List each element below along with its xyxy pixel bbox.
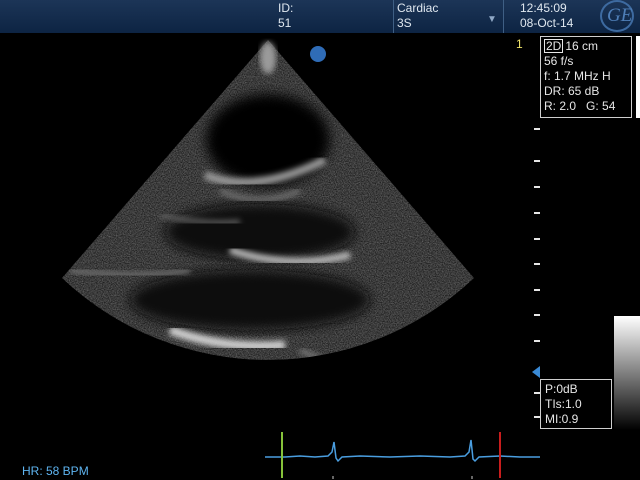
reject-gain-row: R: 2.0 G: 54 <box>544 99 631 114</box>
depth-tick <box>534 160 540 162</box>
ecg-trace <box>265 432 540 479</box>
heart-rate: HR: 58 BPM <box>22 464 89 478</box>
depth-tick <box>534 128 540 130</box>
focus-marker-icon[interactable] <box>532 366 540 378</box>
depth-value: 16 cm <box>565 39 599 53</box>
frame-rate: 56 f/s <box>544 54 574 68</box>
depth-tick <box>534 263 540 265</box>
depth-tick <box>534 238 540 240</box>
dynamic-range: DR: 65 dB <box>544 84 600 98</box>
power-value: P:0dB <box>545 382 578 396</box>
acquisition-parameters-box: 2D 16 cm 56 f/s f: 1.7 MHz H DR: 65 dB R:… <box>540 36 632 118</box>
gain-value: G: 54 <box>586 99 616 113</box>
depth-tick <box>534 314 540 316</box>
depth-tick <box>534 186 540 188</box>
probe-orientation-marker <box>310 46 326 62</box>
mode-label: 2D <box>544 39 564 53</box>
tis-value: TIs:1.0 <box>545 397 582 411</box>
depth-tick <box>534 289 540 291</box>
reject-value: R: 2.0 <box>544 99 577 113</box>
safety-indices-box: P:0dB TIs:1.0 MI:0.9 <box>540 379 612 429</box>
depth-tick <box>534 340 540 342</box>
mode-depth-row: 2D 16 cm <box>544 39 631 54</box>
grayscale-bar <box>614 316 640 430</box>
zoom-ruler <box>636 36 640 118</box>
depth-tick <box>534 212 540 214</box>
frame-number: 1 <box>516 37 523 51</box>
frequency: f: 1.7 MHz H <box>544 69 611 83</box>
mi-value: MI:0.9 <box>545 412 579 426</box>
